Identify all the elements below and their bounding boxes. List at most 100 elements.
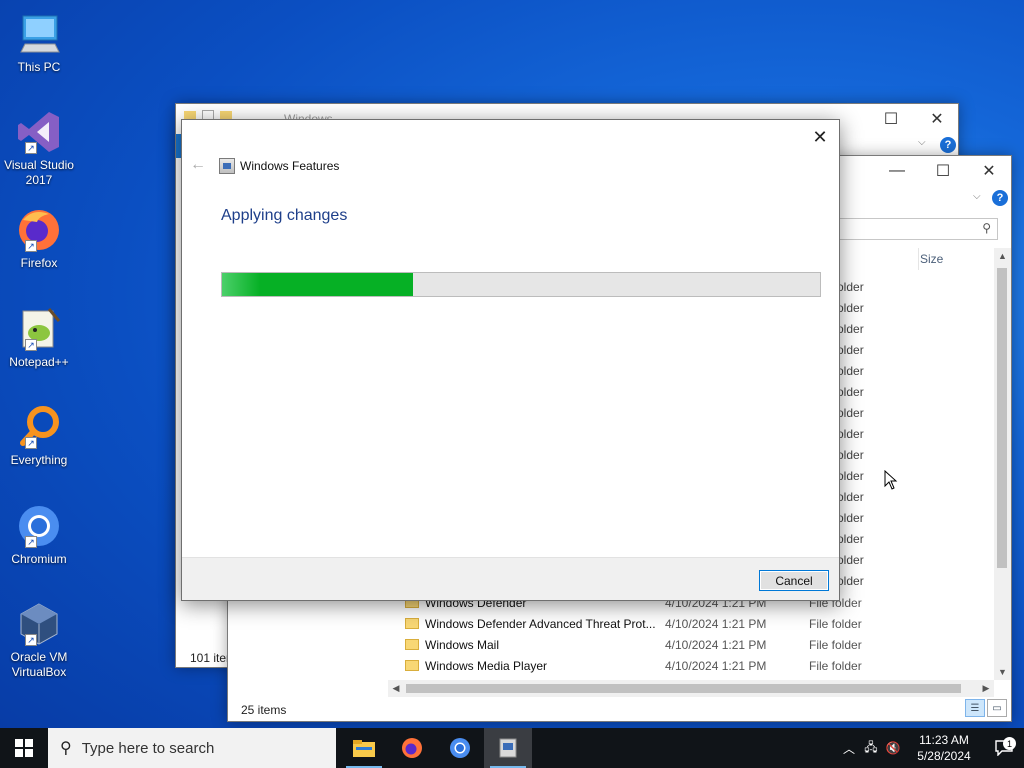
volume-muted-icon[interactable]: 🔇 [882, 741, 904, 755]
scroll-down-icon[interactable]: ▼ [994, 664, 1011, 680]
file-date: 4/10/2024 1:21 PM [665, 616, 767, 631]
windows-features-icon [219, 158, 235, 174]
scroll-left-icon[interactable]: ◀ [388, 680, 404, 697]
desktop-icon-this-pc[interactable]: This PC [2, 10, 76, 75]
search-input[interactable]: ⚲ [828, 218, 998, 240]
close-button[interactable]: ✕ [914, 104, 960, 134]
desktop-icon-everything[interactable]: ↗ Everything [2, 403, 76, 468]
shortcut-arrow-icon: ↗ [25, 339, 37, 351]
scrollbar-thumb[interactable] [997, 268, 1007, 568]
desktop-icon-label: Oracle VM VirtualBox [10, 650, 68, 679]
progress-fill [222, 273, 414, 296]
file-type: File folder [809, 637, 862, 652]
type-cell: older [837, 553, 864, 567]
search-icon: ⚲ [60, 740, 72, 757]
scrollbar-thumb[interactable] [406, 684, 961, 693]
close-button[interactable]: ✕ [966, 156, 1012, 186]
help-icon[interactable]: ? [992, 190, 1008, 206]
file-date: 4/10/2024 1:21 PM [665, 637, 767, 652]
shortcut-arrow-icon: ↗ [25, 240, 37, 252]
close-button[interactable]: ✕ [805, 124, 835, 150]
chromium-icon: ↗ [15, 502, 63, 550]
back-arrow-icon[interactable]: ← [190, 156, 206, 174]
desktop-icon-virtualbox[interactable]: ↗ Oracle VM VirtualBox [2, 600, 76, 680]
type-cell: older [837, 490, 864, 504]
file-explorer-icon [353, 740, 375, 757]
type-cell: older [837, 364, 864, 378]
cancel-button[interactable]: Cancel [759, 570, 829, 591]
expand-ribbon-icon[interactable]: ⌵ [973, 191, 981, 202]
file-row[interactable]: Windows Mail 4/10/2024 1:21 PM File fold… [405, 634, 995, 655]
dialog-title: Windows Features [240, 159, 340, 173]
dialog-footer: Cancel [182, 557, 839, 600]
shortcut-arrow-icon: ↗ [25, 634, 37, 646]
firefox-icon: ↗ [15, 206, 63, 254]
everything-search-icon: ↗ [15, 403, 63, 451]
horizontal-scrollbar[interactable]: ◀ ▶ [388, 680, 994, 697]
desktop-icon-chromium[interactable]: ↗ Chromium [2, 502, 76, 567]
progress-bar [221, 272, 821, 297]
file-type: File folder [809, 658, 862, 673]
virtualbox-icon: ↗ [15, 600, 63, 648]
clock-time: 11:23 AM [919, 733, 969, 747]
network-icon[interactable]: 🖧 [860, 738, 882, 759]
folder-icon [405, 639, 419, 650]
help-icon[interactable]: ? [940, 137, 956, 153]
desktop-icon-label: Chromium [11, 552, 67, 566]
expand-ribbon-icon[interactable]: ⌵ [918, 137, 926, 148]
taskbar-chromium[interactable] [436, 728, 484, 768]
desktop-icon-label: Firefox [20, 256, 58, 270]
notepad-plus-plus-icon: ↗ [15, 305, 63, 353]
start-button[interactable] [0, 728, 48, 768]
type-cell: older [837, 511, 864, 525]
details-view-button[interactable]: ☰ [965, 699, 985, 717]
clock[interactable]: 11:23 AM 5/28/2024 [904, 732, 984, 764]
folder-icon [405, 618, 419, 629]
desktop-icon-label: Notepad++ [9, 355, 69, 369]
type-cell: older [837, 301, 864, 315]
type-cell: older [837, 574, 864, 588]
taskbar: ⚲ Type here to search ︿ 🖧 🔇 11:23 AM 5/2… [0, 728, 1024, 768]
desktop-icon-label: This PC [17, 60, 61, 74]
maximize-button[interactable]: ☐ [868, 104, 914, 134]
search-placeholder: Type here to search [81, 739, 215, 757]
type-cell: older [837, 532, 864, 546]
shortcut-arrow-icon: ↗ [25, 536, 37, 548]
desktop-icon-notepad-plus-plus[interactable]: ↗ Notepad++ [2, 305, 76, 370]
file-row[interactable]: Windows Defender Advanced Threat Prot...… [405, 613, 995, 634]
this-pc-icon [15, 10, 63, 58]
type-cell: older [837, 469, 864, 483]
large-icons-view-button[interactable]: ▭ [987, 699, 1007, 717]
status-item-count: 25 items [241, 703, 287, 717]
desktop-icon-label: Everything [10, 453, 68, 467]
scroll-right-icon[interactable]: ▶ [978, 680, 994, 697]
type-cell: older [837, 448, 864, 462]
taskbar-search-box[interactable]: ⚲ Type here to search [48, 728, 336, 768]
vertical-scrollbar[interactable]: ▲ ▼ [994, 248, 1011, 680]
mouse-cursor-icon [884, 470, 898, 490]
search-icon: ⚲ [982, 221, 991, 235]
file-date: 4/10/2024 1:21 PM [665, 658, 767, 673]
notification-count-badge: 1 [1003, 737, 1016, 750]
desktop-icon-label: Visual Studio 2017 [4, 158, 74, 187]
maximize-button[interactable]: ☐ [920, 156, 966, 186]
column-header-size[interactable]: Size [920, 252, 943, 266]
windows-features-dialog[interactable]: ✕ ← Windows Features Applying changes Ca… [181, 119, 840, 601]
column-separator[interactable] [918, 248, 919, 270]
minimize-button[interactable]: — [874, 156, 920, 186]
scroll-up-icon[interactable]: ▲ [994, 248, 1011, 264]
windows-features-icon [499, 738, 517, 758]
desktop-icon-visual-studio[interactable]: ↗ Visual Studio 2017 [2, 108, 76, 188]
type-cell: older [837, 385, 864, 399]
taskbar-firefox[interactable] [388, 728, 436, 768]
taskbar-windows-features[interactable] [484, 728, 532, 768]
file-row[interactable]: Windows Media Player 4/10/2024 1:21 PM F… [405, 655, 995, 676]
show-hidden-icons-icon[interactable]: ︿ [838, 740, 860, 757]
file-name: Windows Mail [425, 637, 500, 652]
file-name: Windows Media Player [425, 658, 548, 673]
type-cell: older [837, 406, 864, 420]
taskbar-file-explorer[interactable] [340, 728, 388, 768]
desktop-icon-firefox[interactable]: ↗ Firefox [2, 206, 76, 271]
folder-icon [405, 660, 419, 671]
action-center-button[interactable]: 1 [984, 737, 1024, 756]
